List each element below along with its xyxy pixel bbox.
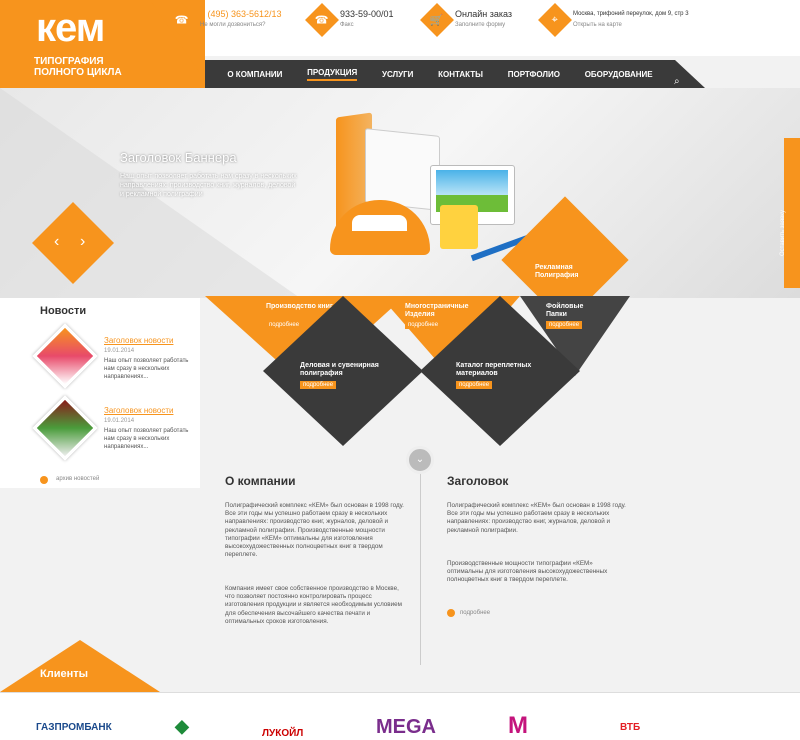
chevron-left-icon[interactable]: ‹ — [54, 233, 59, 251]
contact-phone-main: 8 (495) 363-5612/13 — [200, 9, 282, 19]
tile-multipage-more[interactable]: подробнее — [405, 321, 442, 329]
nav-contacts[interactable]: КОНТАКТЫ — [438, 70, 483, 79]
news-panel — [0, 298, 200, 488]
news-link[interactable]: Заголовок новости — [104, 406, 173, 415]
location-icon: ⌖ — [538, 3, 572, 37]
tile-business-more[interactable]: подробнее — [300, 381, 337, 389]
tile-folders-label[interactable]: Фойловые Папки — [546, 303, 606, 319]
side-request-tab[interactable] — [784, 138, 800, 288]
contact-order[interactable]: 🛒 Онлайн заказ Заполните форму — [420, 3, 512, 37]
news-date: 19.01.2014 — [104, 348, 135, 354]
clients-header — [0, 640, 160, 692]
tile-catalog-more[interactable]: подробнее — [456, 381, 493, 389]
cap-band — [352, 215, 407, 231]
client-logo[interactable]: MEGA — [376, 716, 436, 739]
contact-fax-sub: Факс — [340, 22, 354, 28]
contact-address-main: Москва, трифоний переулок, дом 9, стр 3 — [573, 11, 689, 17]
mug-image — [440, 205, 478, 249]
archive-icon — [40, 476, 48, 484]
second-paragraph: Полиграфический комплекс «КЕМ» был основ… — [447, 502, 626, 534]
news-link[interactable]: Заголовок новости — [104, 336, 173, 345]
more-icon — [447, 609, 455, 617]
chevron-down-icon[interactable]: ⌄ — [406, 446, 434, 474]
nav-equipment[interactable]: ОБОРУДОВАНИЕ — [585, 70, 653, 79]
column-divider — [420, 455, 421, 665]
news-text: Наш опыт позволяет работать нам сразу в … — [104, 428, 189, 450]
book-image — [365, 128, 440, 211]
contact-fax-main: 933-59-00/01 — [340, 9, 394, 19]
contact-phone[interactable]: ☎ 8 (495) 363-5612/13 Не могли дозвонитьс… — [165, 3, 282, 37]
banner-title: Заголовок Баннера — [120, 150, 237, 165]
contact-phone-sub[interactable]: Не могли дозвониться? — [200, 20, 282, 31]
nav-about[interactable]: О КОМПАНИИ — [227, 70, 282, 79]
main-nav: О КОМПАНИИ ПРОДУКЦИЯ УСЛУГИ КОНТАКТЫ ПОР… — [205, 60, 675, 88]
logo-subtitle: ТИПОГРАФИЯ ПОЛНОГО ЦИКЛА — [34, 56, 122, 78]
news-text: Наш опыт позволяет работать нам сразу в … — [104, 358, 189, 380]
search-icon[interactable]: ⌕ — [674, 76, 680, 87]
phone-icon: ☎ — [305, 3, 339, 37]
client-logo[interactable]: ЛУКОЙЛ — [262, 728, 303, 739]
client-logo[interactable]: M — [508, 712, 528, 740]
second-title: Заголовок — [447, 474, 509, 488]
nav-services[interactable]: УСЛУГИ — [382, 70, 413, 79]
tile-advertising-label[interactable]: Рекламная Полиграфия — [535, 264, 595, 280]
contact-address[interactable]: ⌖ Москва, трифоний переулок, дом 9, стр … — [538, 3, 703, 37]
second-paragraph: Производственные мощности типографии «КЕ… — [447, 560, 608, 584]
tile-multipage-label[interactable]: Многостраничные Изделия — [405, 303, 485, 319]
news-title: Новости — [40, 305, 87, 317]
side-request-label[interactable]: Оставить заявку — [780, 210, 786, 256]
tile-folders-more[interactable]: подробнее — [546, 321, 583, 329]
contact-fax[interactable]: ☎ 933-59-00/01 Факс — [305, 3, 394, 37]
second-more-link[interactable]: подробнее — [460, 610, 490, 616]
nav-products[interactable]: ПРОДУКЦИЯ — [307, 68, 358, 81]
contact-address-sub[interactable]: Открыть на карте — [573, 20, 703, 31]
cart-icon: 🛒 — [420, 3, 454, 37]
about-paragraph: Компания имеет свое собственное производ… — [225, 585, 403, 625]
contact-order-sub: Заполните форму — [455, 22, 506, 28]
tile-catalog-label[interactable]: Каталог переплетных материалов — [456, 362, 556, 378]
phone-icon: ☎ — [165, 3, 199, 37]
about-paragraph: Полиграфический комплекс «КЕМ» был основ… — [225, 502, 404, 559]
contact-order-main[interactable]: Онлайн заказ — [455, 9, 512, 20]
clients-label: Клиенты — [40, 668, 89, 680]
chevron-right-icon[interactable]: › — [80, 233, 85, 251]
client-logo[interactable]: ВТБ — [620, 722, 640, 733]
tile-books-more[interactable]: подробнее — [266, 321, 303, 329]
news-date: 19.01.2014 — [104, 418, 135, 424]
tile-business-label[interactable]: Деловая и сувенирная полиграфия — [300, 362, 400, 378]
client-logo[interactable]: ◆ — [175, 716, 189, 737]
logo-mark[interactable]: кем — [36, 6, 105, 51]
nav-portfolio[interactable]: ПОРТФОЛИО — [508, 70, 560, 79]
news-archive-link[interactable]: архив новостей — [56, 476, 99, 482]
client-logo[interactable]: ГАЗПРОМБАНК — [36, 722, 112, 733]
about-title: О компании — [225, 474, 296, 488]
banner-text: Наш опыт позволяет работать нам сразу в … — [120, 173, 297, 198]
